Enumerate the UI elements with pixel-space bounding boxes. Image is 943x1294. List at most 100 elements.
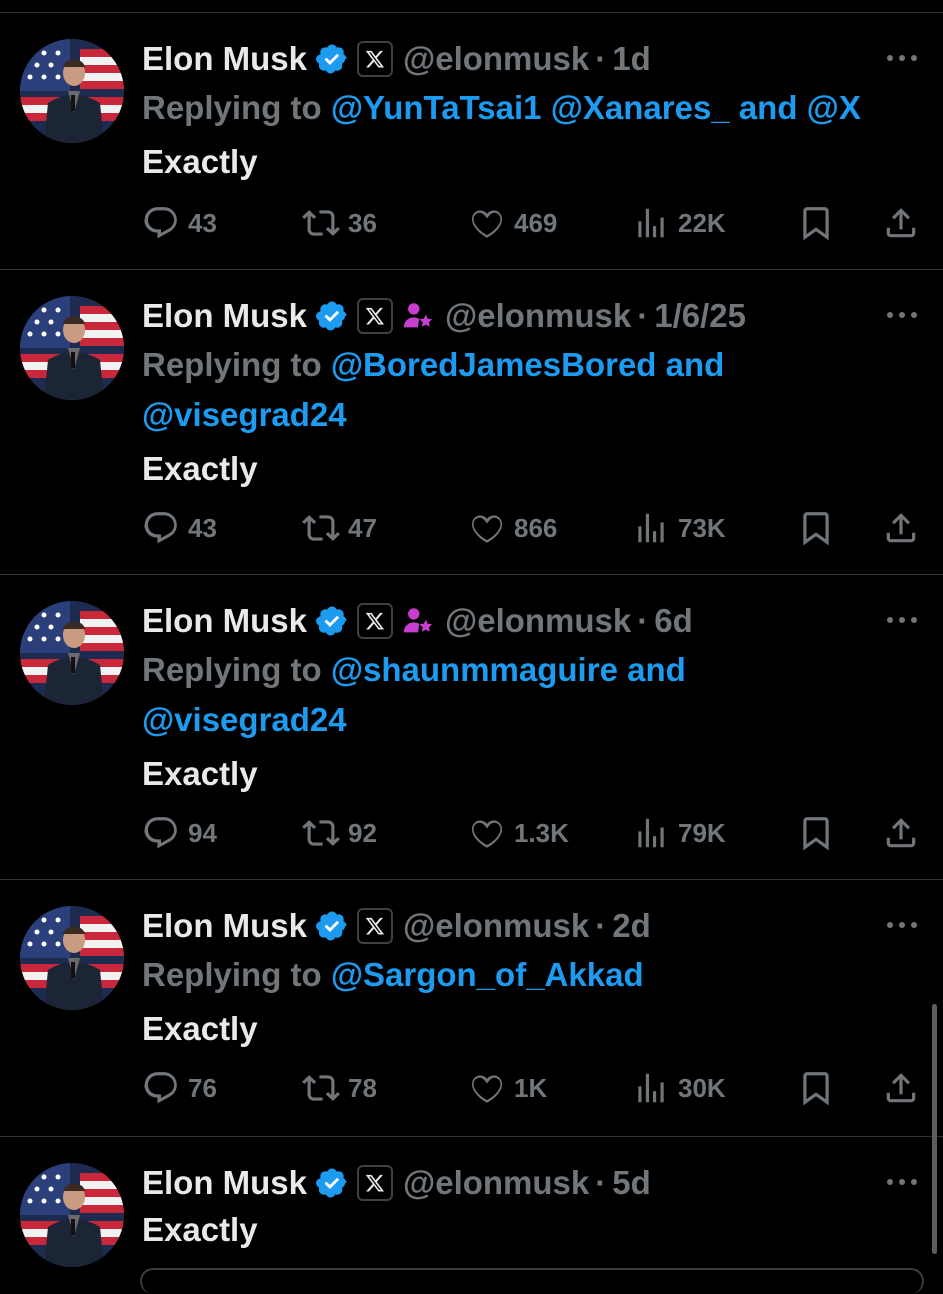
x-logo-icon — [357, 1165, 394, 1201]
like-button[interactable]: 866 — [468, 506, 557, 550]
views-icon — [638, 513, 664, 543]
avatar[interactable] — [20, 601, 124, 705]
like-icon — [471, 515, 503, 543]
reply-button[interactable]: 43 — [142, 506, 217, 550]
reply-composer[interactable] — [140, 1268, 924, 1294]
tweet[interactable]: Elon Musk @elonmusk · 5d Exactly — [0, 1137, 943, 1280]
more-icon[interactable] — [885, 920, 919, 930]
share-button[interactable] — [882, 506, 920, 550]
handle[interactable]: @elonmusk — [403, 35, 589, 83]
handle[interactable]: @elonmusk — [445, 292, 631, 340]
views-count: 73K — [678, 512, 726, 543]
bookmark-button[interactable] — [797, 811, 835, 855]
bookmark-icon — [803, 512, 829, 546]
more-icon[interactable] — [885, 310, 919, 320]
replying-prefix: Replying to — [142, 651, 322, 688]
tweet-header: Elon Musk @elonmusk · 2d — [142, 902, 882, 950]
views-count: 22K — [678, 207, 726, 238]
replying-to: Replying to @YunTaTsai1 @Xanares_ and @X — [142, 83, 902, 133]
avatar[interactable] — [20, 39, 124, 143]
retweet-count: 92 — [348, 817, 377, 848]
reply-button[interactable]: 94 — [142, 811, 217, 855]
replying-to: Replying to @BoredJamesBored and @visegr… — [142, 340, 902, 440]
display-name[interactable]: Elon Musk — [142, 902, 307, 950]
timestamp[interactable]: 5d — [612, 1159, 651, 1207]
scrollbar[interactable] — [932, 1004, 937, 1254]
verified-badge-icon — [316, 606, 347, 636]
retweet-button[interactable]: 92 — [302, 811, 377, 855]
avatar[interactable] — [20, 1163, 124, 1267]
share-button[interactable] — [882, 811, 920, 855]
replying-mentions[interactable]: @Sargon_of_Akkad — [331, 956, 644, 993]
tweet-header: Elon Musk @elonmusk · 1/6/25 — [142, 292, 882, 340]
tweet-actions: 76 78 1K 30K — [142, 1066, 922, 1110]
tweet-header: Elon Musk @elonmusk · 5d — [142, 1159, 882, 1207]
bookmark-button[interactable] — [797, 201, 835, 245]
retweet-icon — [302, 515, 340, 541]
display-name[interactable]: Elon Musk — [142, 1159, 307, 1207]
reply-count: 76 — [188, 1072, 217, 1103]
like-icon — [471, 210, 503, 238]
views-button[interactable]: 79K — [632, 811, 726, 855]
x-logo-icon — [357, 41, 394, 77]
share-button[interactable] — [882, 1066, 920, 1110]
x-logo-icon — [357, 298, 394, 334]
replying-to: Replying to @Sargon_of_Akkad — [142, 950, 902, 1000]
timestamp[interactable]: 2d — [612, 902, 651, 950]
retweet-button[interactable]: 78 — [302, 1066, 377, 1110]
reply-count: 94 — [188, 817, 217, 848]
retweet-icon — [302, 1075, 340, 1101]
tweet-text: Exactly — [142, 1211, 258, 1248]
views-count: 30K — [678, 1072, 726, 1103]
timestamp[interactable]: 6d — [654, 597, 693, 645]
more-icon[interactable] — [885, 1177, 919, 1187]
views-count: 79K — [678, 817, 726, 848]
avatar[interactable] — [20, 296, 124, 400]
replying-mentions[interactable]: @BoredJamesBored and — [331, 346, 724, 383]
tweet-header: Elon Musk @elonmusk · 1d — [142, 35, 882, 83]
timestamp[interactable]: 1/6/25 — [654, 292, 746, 340]
like-count: 469 — [514, 207, 558, 238]
verified-badge-icon — [316, 44, 347, 74]
like-button[interactable]: 1K — [468, 1066, 547, 1110]
like-icon — [471, 1075, 503, 1103]
tweet[interactable]: Elon Musk @elonmusk · 6d Replying to @sh… — [0, 575, 943, 880]
reply-button[interactable]: 43 — [142, 201, 217, 245]
share-button[interactable] — [882, 201, 920, 245]
display-name[interactable]: Elon Musk — [142, 35, 307, 83]
replying-mentions-line2[interactable]: @visegrad24 — [142, 701, 347, 738]
replying-mentions[interactable]: @shaunmmaguire and — [331, 651, 686, 688]
timestamp[interactable]: 1d — [612, 35, 651, 83]
tweet[interactable]: Elon Musk @elonmusk · 2d Replying to @Sa… — [0, 880, 943, 1137]
views-icon — [638, 818, 664, 848]
retweet-button[interactable]: 36 — [302, 201, 377, 245]
like-button[interactable]: 469 — [468, 201, 557, 245]
replying-mentions-line2[interactable]: @visegrad24 — [142, 396, 347, 433]
views-button[interactable]: 30K — [632, 1066, 726, 1110]
separator-dot: · — [595, 907, 607, 944]
retweet-button[interactable]: 47 — [302, 506, 377, 550]
more-icon[interactable] — [885, 53, 919, 63]
replying-mentions[interactable]: @YunTaTsai1 @Xanares_ and @X — [331, 89, 861, 126]
bookmark-button[interactable] — [797, 506, 835, 550]
like-count: 866 — [514, 512, 558, 543]
views-button[interactable]: 22K — [632, 201, 726, 245]
avatar[interactable] — [20, 906, 124, 1010]
handle[interactable]: @elonmusk — [445, 597, 631, 645]
tweet-text: Exactly — [142, 1010, 258, 1047]
views-button[interactable]: 73K — [632, 506, 726, 550]
display-name[interactable]: Elon Musk — [142, 292, 307, 340]
tweet-actions: 43 36 469 22K — [142, 201, 922, 245]
display-name[interactable]: Elon Musk — [142, 597, 307, 645]
bookmark-button[interactable] — [797, 1066, 835, 1110]
affiliate-badge-icon — [403, 303, 433, 328]
handle[interactable]: @elonmusk — [403, 1159, 589, 1207]
like-icon — [471, 820, 503, 848]
like-button[interactable]: 1.3K — [468, 811, 569, 855]
tweet[interactable]: Elon Musk @elonmusk · 1/6/25 Replying to… — [0, 270, 943, 575]
reply-button[interactable]: 76 — [142, 1066, 217, 1110]
tweet[interactable]: Elon Musk @elonmusk · 1d Replying to @Yu… — [0, 13, 943, 270]
more-icon[interactable] — [885, 615, 919, 625]
handle[interactable]: @elonmusk — [403, 902, 589, 950]
verified-badge-icon — [316, 301, 347, 331]
